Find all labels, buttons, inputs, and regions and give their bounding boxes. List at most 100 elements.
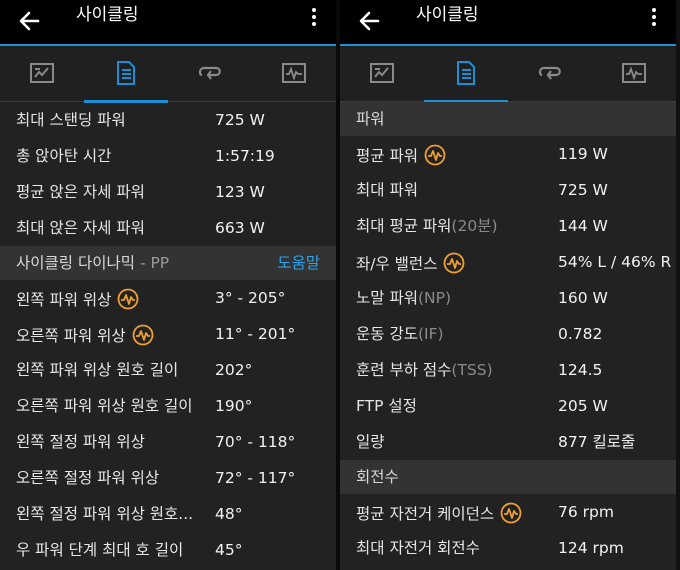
more-vert-icon[interactable] [646, 6, 662, 28]
row-label: 오른쪽 파워 위상 원호 길이 [16, 397, 193, 415]
row-label: 훈련 부하 점수 [356, 361, 452, 379]
list-item: 최대 스탠딩 파워 725 W [0, 102, 336, 138]
row-label: 오른쪽 파워 위상 [16, 327, 126, 345]
section-header-power: 파워 [340, 102, 676, 136]
app-bar: 사이클링 [340, 0, 676, 44]
row-label-suffix: (NP) [417, 289, 452, 307]
row-label: 평균 파워 [356, 147, 418, 165]
row-label: 최대 파워 [356, 181, 418, 199]
list-item: 평균 파워 119 W [340, 136, 676, 172]
tab-summary[interactable] [0, 46, 84, 102]
help-link[interactable]: 도움말 [277, 253, 320, 273]
row-value: 877 킬로줄 [558, 433, 636, 451]
page-title: 사이클링 [76, 5, 139, 25]
row-value: 72° - 117° [215, 469, 296, 487]
tab-details[interactable] [424, 46, 508, 103]
laps-loop-icon [198, 66, 221, 80]
stats-list: 파워 평균 파워 119 W 최대 파워 725 W 최대 평균 파워(20분)… [340, 102, 676, 566]
list-item: 오른쪽 파워 위상 11° - 201° [0, 316, 336, 352]
app-bar: 사이클링 [0, 0, 336, 44]
row-value: 11° - 201° [215, 325, 296, 343]
row-label-suffix: (20분) [451, 217, 498, 235]
row-value: 45° [215, 541, 243, 559]
section-title: 회전수 [356, 468, 399, 486]
section-title: 파워 [356, 110, 385, 128]
details-list-icon [457, 61, 475, 85]
row-value: 48° [215, 505, 243, 523]
row-value: 124 rpm [558, 539, 624, 557]
list-item: 우 파워 단계 최대 호 길이 45° [0, 532, 336, 568]
row-value: 160 W [558, 289, 608, 307]
more-vert-icon[interactable] [306, 6, 322, 28]
row-label: 최대 스탠딩 파워 [16, 111, 126, 129]
tab-laps[interactable] [168, 46, 252, 102]
row-label: 왼쪽 절정 파워 위상 원호... [16, 505, 194, 523]
row-value: 190° [215, 397, 253, 415]
row-value: 70° - 118° [215, 433, 296, 451]
tab-bar [0, 44, 336, 103]
row-value: 76 rpm [558, 503, 614, 521]
list-item: 운동 강도(IF) 0.782 [340, 316, 676, 352]
list-item: 왼쪽 절정 파워 위상 70° - 118° [0, 424, 336, 460]
graph-chart-icon [282, 63, 306, 83]
row-value: 123 W [215, 183, 265, 201]
cycling-dynamics-icon [118, 288, 139, 310]
section-suffix: - PP [135, 254, 170, 272]
list-item: 좌/우 밸런스 54% L / 46% R [340, 244, 676, 280]
row-value: 124.5 [558, 361, 603, 379]
row-label: 왼쪽 파워 위상 원호 길이 [16, 361, 179, 379]
tab-laps[interactable] [508, 46, 592, 102]
list-item: FTP 설정 205 W [340, 388, 676, 424]
row-value: 1:57:19 [215, 147, 275, 165]
list-item: 노말 파워(NP) 160 W [340, 280, 676, 316]
row-label: 최대 앉은 자세 파워 [16, 219, 145, 237]
row-value: 725 W [558, 181, 608, 199]
row-label: FTP 설정 [356, 397, 417, 415]
section-header-cycling-dynamics: 사이클링 다이나믹 - PP 도움말 [0, 246, 336, 280]
summary-chart-icon [30, 63, 54, 83]
tab-summary[interactable] [340, 46, 424, 102]
tab-details[interactable] [84, 46, 168, 103]
right-screen: 사이클링 파워 평균 파워 119 W 최대 파워 725 W 최대 평균 파워… [340, 0, 676, 570]
tab-bar [340, 44, 676, 103]
tab-graphs[interactable] [252, 46, 336, 102]
row-label: 운동 강도 [356, 325, 418, 343]
cycling-dynamics-icon [500, 502, 522, 524]
arrow-left-icon[interactable] [354, 6, 384, 36]
list-item: 왼쪽 파워 위상 3° - 205° [0, 280, 336, 316]
cycling-dynamics-icon [444, 252, 465, 274]
row-value: 205 W [558, 397, 608, 415]
list-item: 평균 자전거 케이던스 76 rpm [340, 494, 676, 530]
row-value: 3° - 205° [215, 289, 286, 307]
laps-loop-icon [538, 66, 561, 80]
row-label: 왼쪽 파워 위상 [16, 291, 112, 309]
list-item: 왼쪽 절정 파워 위상 원호... 48° [0, 496, 336, 532]
list-item: 오른쪽 절정 파워 위상 72° - 117° [0, 460, 336, 496]
row-label: 평균 앉은 자세 파워 [16, 183, 145, 201]
list-item: 평균 앉은 자세 파워 123 W [0, 174, 336, 210]
row-value: 725 W [215, 111, 265, 129]
row-label: 노말 파워 [356, 289, 418, 307]
list-item: 일량 877 킬로줄 [340, 424, 676, 460]
list-item: 최대 자전거 회전수 124 rpm [340, 530, 676, 566]
section-header-cadence: 회전수 [340, 460, 676, 494]
arrow-left-icon[interactable] [14, 6, 44, 36]
details-list-icon [117, 61, 135, 85]
row-value: 54% L / 46% R [558, 253, 672, 271]
row-label: 왼쪽 절정 파워 위상 [16, 433, 145, 451]
list-item: 왼쪽 파워 위상 원호 길이 202° [0, 352, 336, 388]
row-label: 우 파워 단계 최대 호 길이 [16, 541, 184, 559]
list-item: 오른쪽 파워 위상 원호 길이 190° [0, 388, 336, 424]
list-item: 최대 평균 파워(20분) 144 W [340, 208, 676, 244]
cycling-dynamics-icon [424, 144, 446, 166]
tab-graphs[interactable] [592, 46, 676, 102]
summary-chart-icon [370, 63, 394, 83]
row-label: 총 앉아탄 시간 [16, 147, 112, 165]
row-value: 663 W [215, 219, 265, 237]
row-label: 좌/우 밸런스 [356, 255, 438, 273]
list-item: 최대 앉은 자세 파워 663 W [0, 210, 336, 246]
row-value: 144 W [558, 217, 608, 235]
row-value: 202° [215, 361, 253, 379]
row-label: 오른쪽 절정 파워 위상 [16, 469, 160, 487]
list-item: 최대 파워 725 W [340, 172, 676, 208]
